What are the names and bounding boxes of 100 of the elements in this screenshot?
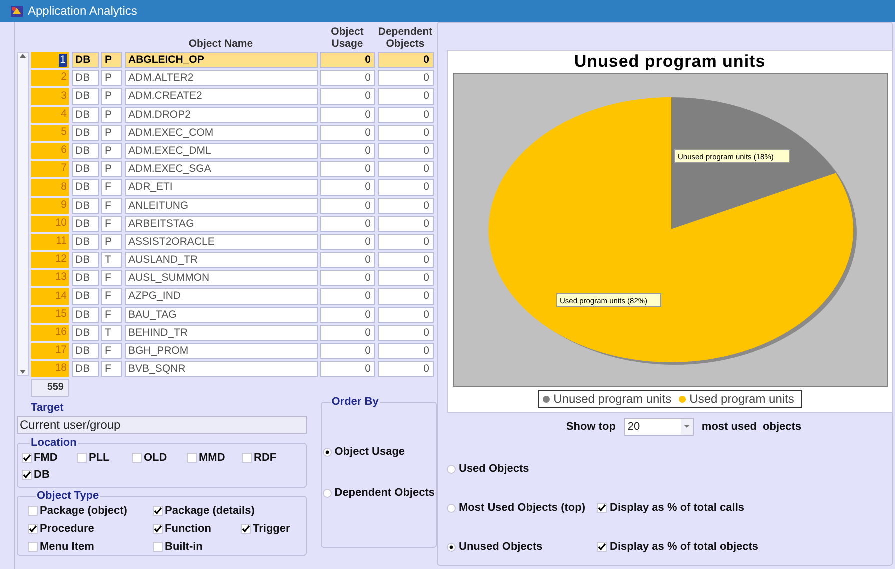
table-cell: DB (72, 361, 98, 378)
table-cell: 0 (320, 234, 375, 250)
table-cell: 0 (320, 216, 375, 232)
table-cell: F (101, 361, 122, 378)
table-cell: ADR_ETI (124, 179, 318, 196)
checkbox-label: Built-in (165, 540, 203, 556)
checkbox[interactable] (241, 524, 251, 534)
table-cell: 0 (378, 361, 434, 378)
table-cell: BVB_SQNR (124, 361, 318, 378)
dropdown-caret-icon[interactable] (680, 419, 693, 435)
table-cell: ADM.ALTER2 (124, 70, 318, 86)
table-cell: 0 (378, 270, 434, 286)
row-number-cell[interactable]: 16 (31, 324, 69, 341)
table-cell: BEHIND_TR (124, 324, 318, 341)
radio-button[interactable] (447, 504, 456, 512)
table-cell: 0 (320, 124, 375, 141)
table-cell: P (101, 88, 122, 105)
section-label: Target (31, 402, 65, 416)
table-cell: F (101, 343, 122, 360)
row-number-cell[interactable]: 12 (31, 252, 69, 268)
column-header: Object Usage (330, 26, 365, 50)
table-cell: DB (72, 324, 98, 341)
checkbox[interactable] (22, 452, 32, 463)
radio-label: Unused Objects (459, 540, 543, 555)
table-cell: P (101, 106, 122, 123)
radio-label: Dependent Objects (334, 486, 435, 501)
table-cell: ARBEITSTAG (124, 216, 318, 232)
target-field[interactable]: Current user/group (17, 416, 307, 434)
table-cell: 0 (378, 124, 434, 141)
table-cell: P (101, 70, 122, 86)
table-cell: 0 (378, 306, 434, 323)
section-label: Location (30, 437, 78, 450)
row-number-cell[interactable]: 4 (31, 106, 69, 123)
table-cell: ANLEITUNG (124, 198, 318, 214)
radio-button[interactable] (322, 488, 332, 498)
table-cell: 0 (378, 343, 434, 360)
row-number-cell[interactable]: 9 (31, 198, 69, 214)
radio-button[interactable] (322, 448, 332, 458)
table-cell: ADM.EXEC_DML (124, 142, 318, 160)
table-cell: DB (72, 142, 98, 160)
table-cell: DB (72, 52, 98, 68)
table-cell: DB (72, 161, 98, 178)
table-cell: DB (72, 288, 98, 305)
row-number-cell[interactable]: 3 (31, 88, 69, 105)
table-cell: DB (72, 216, 98, 232)
row-number-cell[interactable]: 6 (31, 142, 69, 160)
table-cell: AUSLAND_TR (124, 252, 318, 268)
row-number-cell[interactable]: 8 (31, 179, 69, 196)
row-number-cell[interactable]: 14 (31, 288, 69, 305)
scroll-up-icon[interactable] (19, 53, 27, 59)
row-number-cell[interactable]: 10 (31, 216, 69, 232)
checkbox-label: OLD (144, 450, 168, 466)
table-cell: F (101, 270, 122, 286)
table-cell: BGH_PROM (124, 343, 318, 360)
checkbox[interactable] (597, 542, 607, 552)
window-title: Application Analytics (28, 3, 138, 20)
checkbox[interactable] (22, 470, 32, 480)
table-cell: 0 (320, 324, 375, 341)
row-number-cell[interactable]: 7 (31, 161, 69, 178)
row-number-cell[interactable]: 2 (31, 70, 69, 86)
table-cell: 0 (320, 252, 375, 268)
show-top-dropdown[interactable]: 20 (624, 418, 694, 436)
table-cell: P (101, 234, 122, 250)
table-cell: DB (72, 179, 98, 196)
row-number-cell[interactable]: 15 (31, 306, 69, 323)
checkbox-label: Procedure (40, 522, 94, 538)
field-label: Show top (566, 420, 616, 435)
row-number-cell[interactable]: 11 (31, 234, 69, 250)
radio-label: Most Used Objects (top) (459, 500, 586, 516)
radio-button[interactable] (447, 464, 456, 474)
table-cell: DB (72, 252, 98, 268)
table-cell: 0 (378, 216, 434, 232)
scroll-down-icon[interactable] (19, 369, 27, 375)
legend-label: Unused program units (554, 391, 672, 408)
row-number-cell[interactable]: 1 (31, 52, 69, 68)
checkbox-label: FMD (34, 450, 58, 466)
table-cell: 0 (320, 270, 375, 286)
checkbox[interactable] (153, 506, 163, 516)
table-cell: AZPG_IND (124, 288, 318, 305)
table-cell: F (101, 306, 122, 323)
row-number-cell[interactable]: 18 (31, 361, 69, 378)
table-cell: DB (72, 343, 98, 360)
scrollbar[interactable] (17, 52, 29, 376)
checkbox[interactable] (153, 524, 163, 534)
table-cell: DB (72, 198, 98, 214)
table-cell: P (101, 142, 122, 160)
checkbox[interactable] (597, 503, 607, 513)
table-cell: ADM.EXEC_COM (124, 124, 318, 141)
table-cell: 0 (378, 179, 434, 196)
column-header: Object Name (188, 38, 254, 50)
table-cell: 0 (378, 52, 434, 68)
checkbox[interactable] (28, 524, 38, 534)
table-cell: F (101, 198, 122, 214)
row-number-cell[interactable]: 17 (31, 343, 69, 360)
row-number-cell[interactable]: 5 (31, 124, 69, 141)
radio-button[interactable] (447, 542, 456, 552)
row-number-cell[interactable]: 13 (31, 270, 69, 286)
checkbox-label: PLL (89, 450, 110, 466)
section-label: Object Type (36, 490, 100, 502)
table-cell: 0 (378, 198, 434, 214)
